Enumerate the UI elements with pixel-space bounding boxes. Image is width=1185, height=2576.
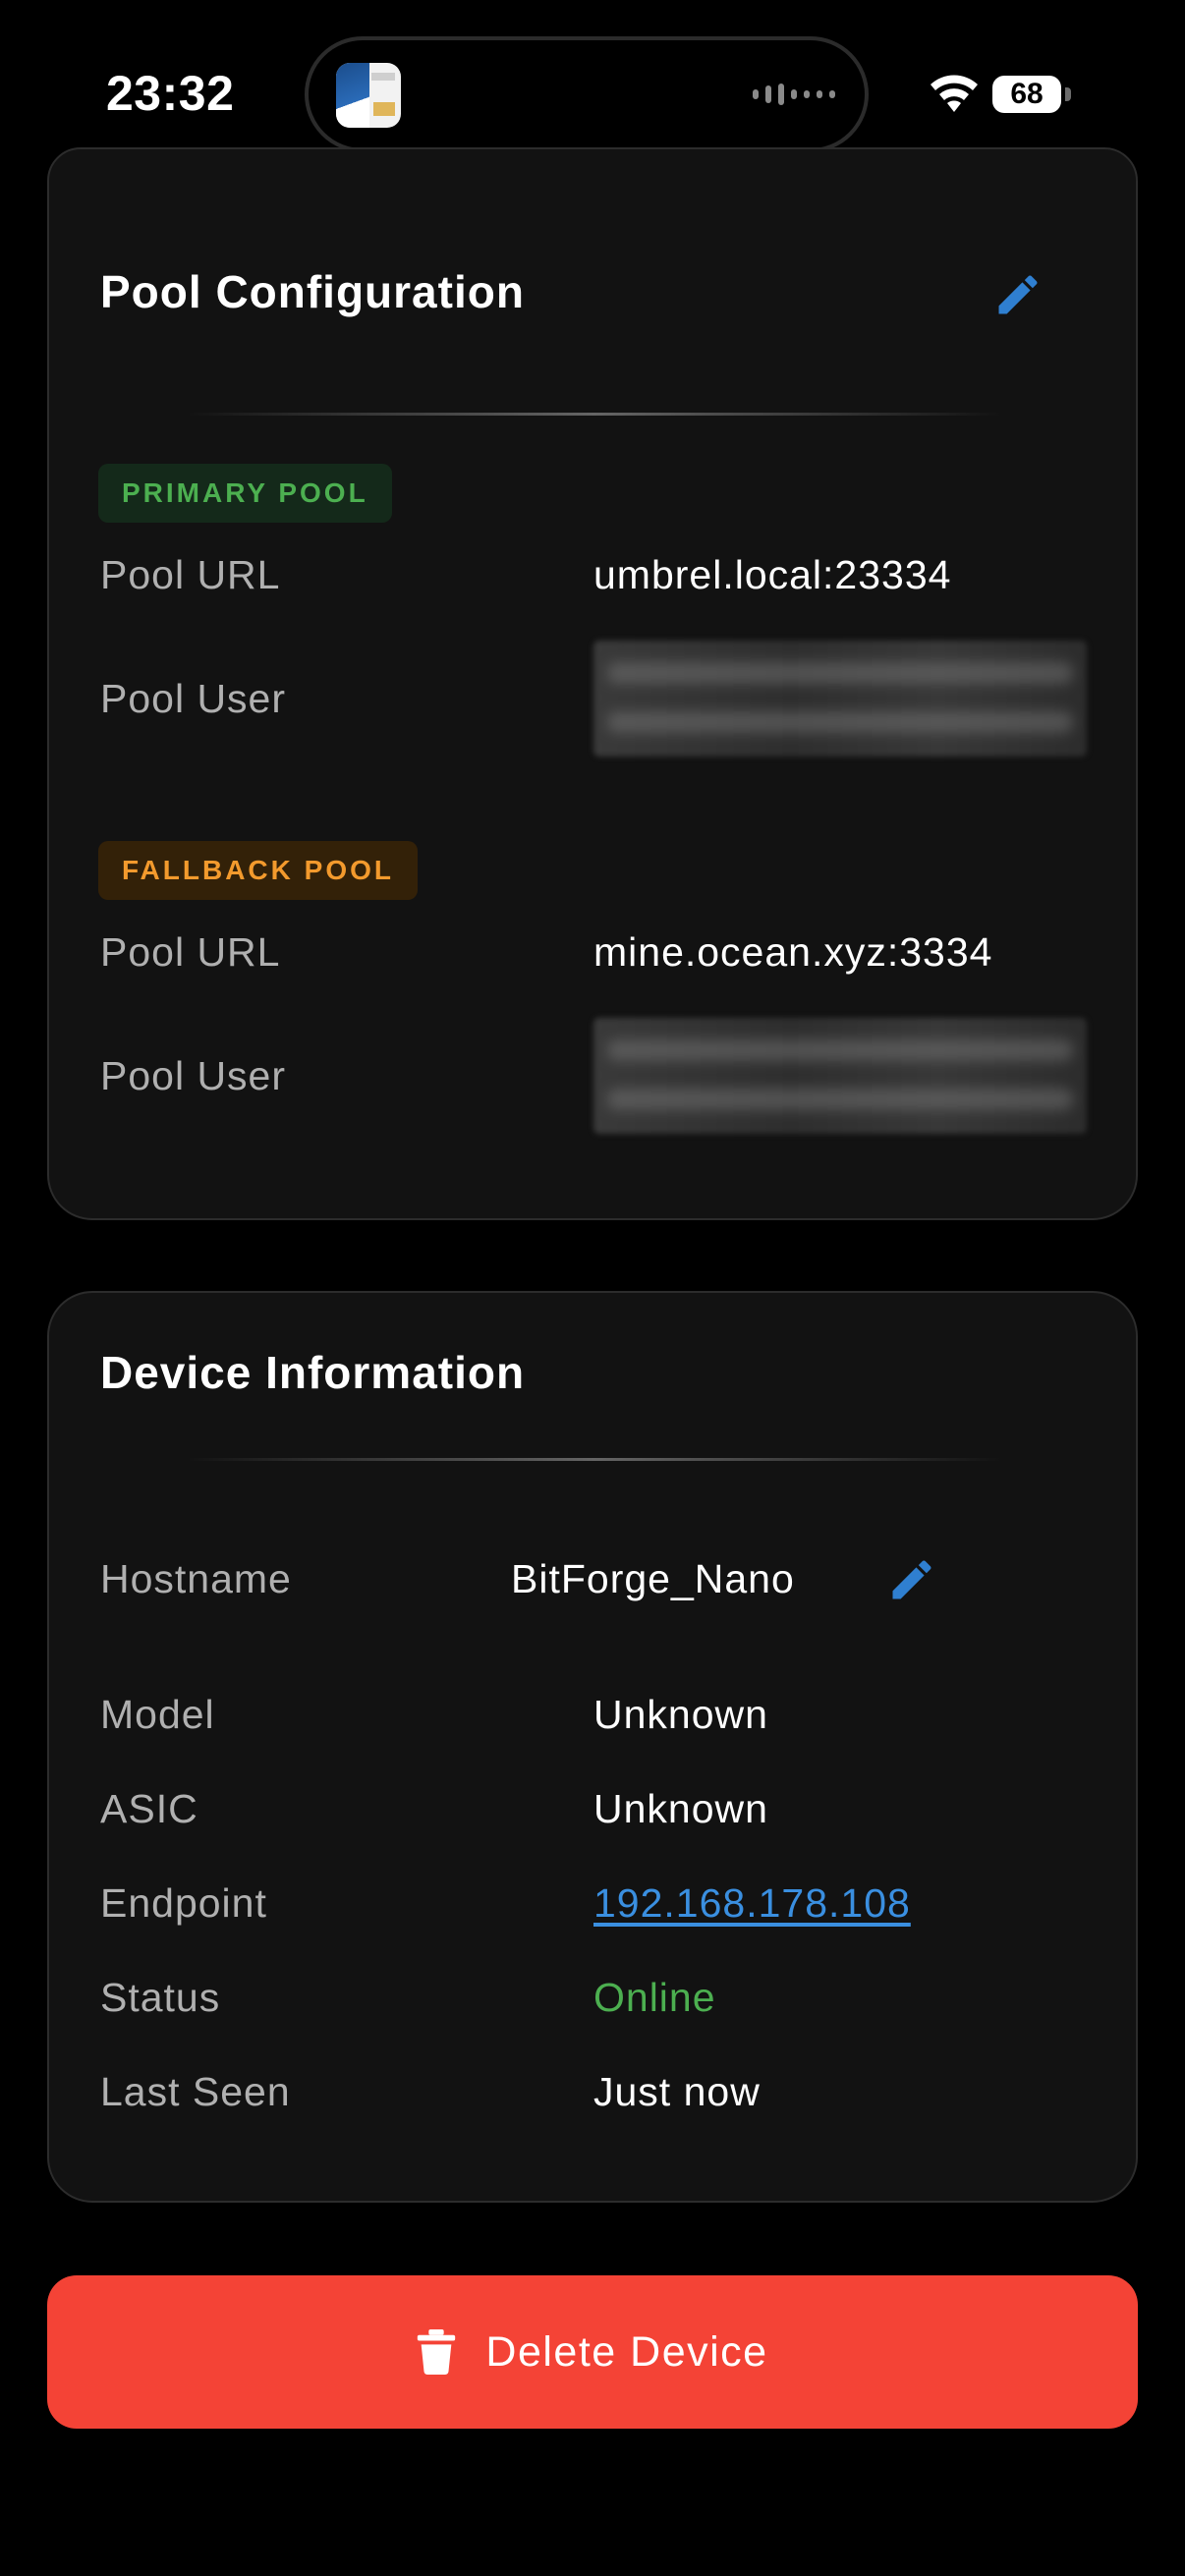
fallback-pool-url-value: mine.ocean.xyz:3334 [593,929,993,975]
fallback-pool-url-label: Pool URL [100,929,281,975]
pool-configuration-title: Pool Configuration [100,266,525,317]
asic-value: Unknown [593,1786,768,1831]
hostname-label: Hostname [100,1556,292,1601]
edit-pool-icon[interactable] [992,269,1044,320]
primary-pool-url-value: umbrel.local:23334 [593,552,952,597]
delete-device-label: Delete Device [485,2327,768,2376]
trash-icon [418,2329,456,2375]
device-information-card: Device Information Hostname BitForge_Nan… [47,1291,1138,2203]
pool-configuration-card: Pool Configuration PRIMARY POOL Pool URL… [47,147,1138,1220]
fallback-pool-user-redacted [593,1018,1087,1134]
waveform-icon [753,84,835,105]
last-seen-label: Last Seen [100,2069,291,2114]
app-icon [336,63,401,128]
primary-pool-user-label: Pool User [100,676,287,721]
divider [187,413,1002,416]
status-time: 23:32 [106,66,235,121]
primary-pool-badge: PRIMARY POOL [98,464,392,523]
dynamic-island[interactable] [305,36,869,152]
battery-tip [1065,87,1071,101]
device-information-title: Device Information [100,1347,526,1398]
delete-device-button[interactable]: Delete Device [47,2275,1138,2429]
fallback-pool-user-label: Pool User [100,1053,287,1098]
primary-pool-url-label: Pool URL [100,552,281,597]
asic-label: ASIC [100,1786,198,1831]
battery-icon: 68 [992,76,1061,113]
endpoint-label: Endpoint [100,1880,267,1926]
wifi-icon [931,75,978,112]
model-label: Model [100,1692,215,1737]
last-seen-value: Just now [593,2069,761,2114]
screen: 23:32 68 Pool Configuration PRIMARY POOL… [0,0,1185,2576]
status-value: Online [593,1975,716,2020]
endpoint-link[interactable]: 192.168.178.108 [593,1880,911,1927]
status-label: Status [100,1975,221,2020]
divider [187,1458,1002,1461]
edit-hostname-icon[interactable] [886,1554,937,1605]
fallback-pool-badge: FALLBACK POOL [98,841,418,900]
model-value: Unknown [593,1692,768,1737]
primary-pool-user-redacted [593,641,1087,756]
hostname-value: BitForge_Nano [511,1556,795,1601]
